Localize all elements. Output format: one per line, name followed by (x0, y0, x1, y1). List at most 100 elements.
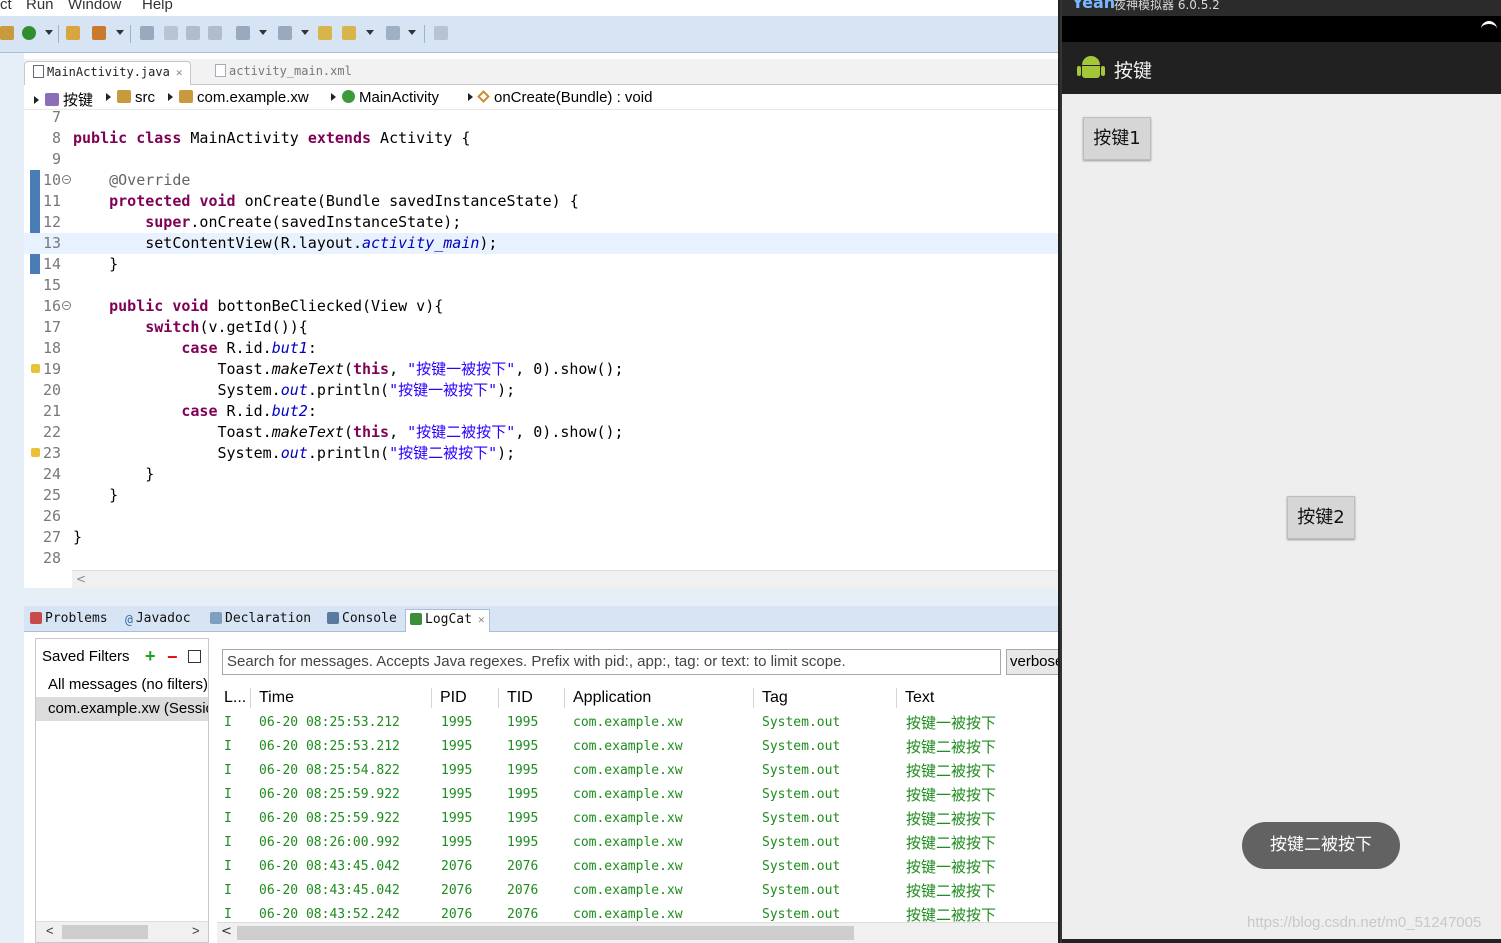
fold-icon[interactable]: − (62, 301, 71, 310)
prev-annotation-icon[interactable] (278, 26, 292, 40)
back-arrow-icon[interactable] (342, 26, 356, 40)
tool-icon[interactable] (92, 26, 106, 40)
forward-arrow-icon[interactable] (386, 26, 400, 40)
line-number: 26 (42, 507, 61, 525)
show-whitespace-icon[interactable] (186, 26, 200, 40)
chevron-down-icon[interactable] (366, 30, 374, 35)
log-horizontal-scrollbar[interactable]: < (217, 922, 1060, 943)
col-text[interactable]: Text (905, 689, 934, 707)
menu-window[interactable]: Window (68, 0, 121, 13)
breadcrumb-method[interactable]: onCreate(Bundle) : void (468, 89, 652, 106)
editor-horizontal-scrollbar[interactable]: < (72, 570, 1060, 588)
col-application[interactable]: Application (573, 689, 651, 707)
col-tid[interactable]: TID (507, 689, 533, 707)
filters-horizontal-scrollbar[interactable]: < > (36, 921, 208, 942)
breadcrumb-class[interactable]: MainActivity (331, 89, 439, 106)
toolbar-separator (58, 25, 59, 43)
open-folder-icon[interactable] (66, 26, 80, 40)
chevron-right-icon (34, 96, 39, 104)
line-number: 9 (51, 150, 61, 168)
line-number: 16 (42, 297, 61, 315)
scroll-left-icon[interactable]: < (46, 923, 54, 938)
line-number: 25 (42, 486, 61, 504)
remove-filter-icon[interactable]: − (167, 648, 178, 666)
app-action-bar: 按键 (1062, 42, 1501, 94)
line-number: 13 (42, 234, 61, 252)
scrollbar-thumb[interactable] (237, 926, 854, 940)
fold-icon[interactable]: − (62, 175, 71, 184)
log-row[interactable]: I 06-20 08:25:54.822 1995 1995 com.example.x… (217, 759, 1060, 783)
line-number: 12 (42, 213, 61, 231)
menu-help[interactable]: Help (142, 0, 173, 13)
breadcrumb-label: onCreate(Bundle) : void (494, 89, 653, 106)
log-row[interactable]: I 06-20 08:25:53.212 1995 1995 com.example.x… (217, 711, 1060, 735)
tab-mainactivity-java[interactable]: MainActivity.java ✕ (24, 61, 192, 85)
code-text: setContentView(R.layout.activity_main); (73, 234, 498, 252)
close-icon[interactable]: ✕ (176, 66, 183, 79)
chevron-down-icon[interactable] (116, 30, 124, 35)
chevron-down-icon[interactable] (408, 30, 416, 35)
chevron-down-icon[interactable] (301, 30, 309, 35)
line-number: 7 (51, 108, 61, 126)
menu-project[interactable]: ct (0, 0, 12, 13)
new-class-icon[interactable] (22, 26, 36, 40)
scroll-left-icon[interactable]: < (221, 924, 232, 939)
code-text: switch(v.getId()){ (145, 318, 308, 336)
code-editor[interactable]: 7 8 public class MainActivity extends Act… (24, 108, 1060, 570)
log-level-select[interactable]: verbose (1006, 649, 1066, 675)
tab-label: Console (342, 611, 397, 626)
filter-all-messages[interactable]: All messages (no filters) (36, 673, 208, 697)
logcat-search-input[interactable]: Search for messages. Accepts Java regexe… (222, 649, 1001, 675)
breadcrumb-package[interactable]: com.example.xw (168, 89, 309, 106)
col-level[interactable]: L... (224, 689, 246, 707)
log-row[interactable]: I 06-20 08:25:53.212 1995 1995 com.example.x… (217, 735, 1060, 759)
log-row[interactable]: I 06-20 08:25:59.922 1995 1995 com.example.x… (217, 807, 1060, 831)
col-tag[interactable]: Tag (762, 689, 788, 707)
tab-declaration[interactable]: Declaration (206, 609, 315, 632)
tab-problems[interactable]: Problems (26, 609, 112, 632)
source-folder-icon (117, 90, 131, 103)
paragraph-icon[interactable] (208, 26, 222, 40)
annotation-icon[interactable] (140, 26, 154, 40)
filter-session[interactable]: com.example.xw (Session Filter) (36, 697, 208, 721)
breadcrumb-label: src (135, 89, 155, 106)
edit-filter-icon[interactable] (188, 650, 201, 663)
next-annotation-icon[interactable] (236, 26, 250, 40)
last-edit-icon[interactable] (318, 26, 332, 40)
app-screen: 按键1 按键2 按键二被按下 https://blog.csdn.net/m0_… (1062, 94, 1501, 939)
add-filter-icon[interactable]: + (145, 647, 156, 665)
tab-activity-main-xml[interactable]: activity_main.xml (207, 61, 360, 85)
code-text: public class MainActivity extends Activi… (73, 129, 471, 147)
scroll-left-icon[interactable]: < (76, 572, 86, 586)
package-icon[interactable] (0, 26, 14, 40)
button-1[interactable]: 按键1 (1083, 117, 1151, 160)
tab-javadoc[interactable]: @ Javadoc (121, 609, 195, 632)
breadcrumb-src[interactable]: src (106, 89, 155, 106)
log-row[interactable]: I 06-20 08:25:59.922 1995 1995 com.example.x… (217, 783, 1060, 807)
code-line: 20 System.out.println("按键一被按下"); (24, 380, 1060, 401)
chevron-down-icon[interactable] (45, 30, 53, 35)
col-time[interactable]: Time (259, 689, 294, 707)
code-line: 28 (24, 548, 1060, 569)
tab-label: MainActivity.java (47, 65, 170, 79)
log-row[interactable]: I 06-20 08:43:45.042 2076 2076 com.example.x… (217, 879, 1060, 903)
scroll-right-icon[interactable]: > (192, 923, 200, 938)
tab-logcat[interactable]: LogCat ✕ (405, 609, 490, 632)
code-line: 16− public void bottonBeCliecked(View v)… (24, 296, 1060, 317)
pen-icon[interactable] (164, 26, 178, 40)
tab-console[interactable]: Console (323, 609, 401, 632)
code-text: Toast.makeText(this, "按键二被按下", 0).show()… (73, 423, 624, 441)
toolbar-separator (424, 25, 425, 43)
scrollbar-thumb[interactable] (62, 925, 148, 939)
log-row[interactable]: I 06-20 08:43:45.042 2076 2076 com.example.x… (217, 855, 1060, 879)
button-2[interactable]: 按键2 (1287, 496, 1355, 539)
col-pid[interactable]: PID (440, 689, 467, 707)
emulator-logo: Yeah (1072, 0, 1116, 12)
pin-editor-icon[interactable] (434, 26, 448, 40)
chevron-down-icon[interactable] (259, 30, 267, 35)
method-icon (477, 90, 490, 103)
log-row[interactable]: I 06-20 08:26:00.992 1995 1995 com.example.x… (217, 831, 1060, 855)
menu-run[interactable]: Run (26, 0, 54, 13)
close-icon[interactable]: ✕ (478, 613, 485, 626)
at-icon: @ (125, 613, 133, 628)
